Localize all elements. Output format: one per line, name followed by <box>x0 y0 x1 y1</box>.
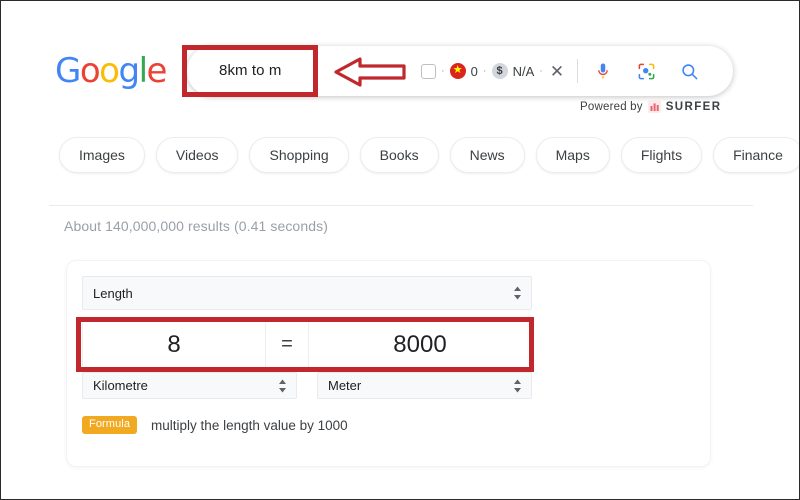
search-volume-value: 0 <box>470 63 478 79</box>
separator-dot-3: · <box>539 64 543 77</box>
tab-label: Flights <box>640 147 683 163</box>
vertical-divider <box>577 59 579 83</box>
empty-checkbox-icon[interactable] <box>421 63 436 79</box>
tab-shopping[interactable]: Shopping <box>249 137 349 173</box>
close-x-icon[interactable]: ✕ <box>550 63 564 80</box>
powered-by-surfer: Powered by SURFER <box>580 100 721 113</box>
category-select-value: Length <box>93 285 133 301</box>
logo-letter-G: G <box>55 51 81 91</box>
to-value-input[interactable]: 8000 <box>307 321 532 368</box>
updown-spinner-icon <box>278 378 287 393</box>
logo-letter-o1: o <box>79 51 101 91</box>
separator-dot-1: · <box>441 64 445 77</box>
tab-label: Finance <box>733 147 783 163</box>
surfer-extension-widget: · 0 · $ N/A · ✕ <box>421 58 701 84</box>
logo-letter-g: g <box>118 51 140 91</box>
unit-converter-card: Length 8 = 8000 Kilometre Meter Formula … <box>66 260 711 467</box>
separator-dot-2: · <box>482 64 487 77</box>
logo-letter-l: l <box>138 51 148 91</box>
tab-label: Images <box>79 147 125 163</box>
cpc-value: N/A <box>512 63 535 79</box>
from-unit-select[interactable]: Kilometre <box>82 372 297 399</box>
powered-by-label: Powered by <box>580 100 643 113</box>
surfer-bars-icon <box>647 100 661 113</box>
tab-videos[interactable]: Videos <box>155 137 239 173</box>
tab-maps[interactable]: Maps <box>535 137 610 173</box>
updown-spinner-icon <box>513 378 522 393</box>
google-logo[interactable]: Google <box>55 51 168 91</box>
tab-label: Shopping <box>269 147 329 163</box>
tab-images[interactable]: Images <box>59 137 145 173</box>
search-input[interactable]: 8km to m <box>219 62 281 79</box>
tab-flights[interactable]: Flights <box>620 137 703 173</box>
tab-label: Videos <box>175 147 219 163</box>
search-bar[interactable]: 8km to m · 0 · $ N/A · ✕ <box>187 46 733 96</box>
logo-letter-o2: o <box>99 51 120 91</box>
formula-text: multiply the length value by 1000 <box>151 417 348 433</box>
category-select[interactable]: Length <box>82 276 532 310</box>
vietnam-flag-icon[interactable] <box>449 61 466 79</box>
from-unit-value: Kilometre <box>93 378 148 393</box>
search-icon[interactable] <box>677 59 701 83</box>
to-unit-value: Meter <box>328 378 362 393</box>
red-left-arrow-annotation <box>332 55 408 89</box>
updown-spinner-icon <box>513 286 522 301</box>
formula-badge: Formula <box>82 416 138 434</box>
surfer-brand-name: SURFER <box>665 100 722 113</box>
tab-finance[interactable]: Finance <box>713 137 799 173</box>
google-lens-icon[interactable] <box>634 59 658 83</box>
page-header: Google 8km to m · 0 · $ N/A · ✕ <box>1 1 799 121</box>
to-unit-select[interactable]: Meter <box>317 372 532 399</box>
logo-letter-e: e <box>146 51 168 91</box>
tab-news[interactable]: News <box>449 137 525 173</box>
header-divider <box>49 205 753 206</box>
tab-label: News <box>469 147 505 163</box>
tab-books[interactable]: Books <box>359 137 439 173</box>
screenshot-frame: Google 8km to m · 0 · $ N/A · ✕ <box>0 0 800 500</box>
conversion-value-row: 8 = 8000 <box>82 321 532 368</box>
microphone-icon[interactable] <box>591 59 615 83</box>
tab-label: Books <box>379 147 419 163</box>
tab-label: Maps <box>555 147 590 163</box>
equals-sign: = <box>265 321 308 368</box>
search-filter-tabs: Images Videos Shopping Books News Maps F… <box>59 137 799 173</box>
from-value-input[interactable]: 8 <box>82 321 266 368</box>
result-stats: About 140,000,000 results (0.41 seconds) <box>64 218 328 234</box>
formula-row: Formula multiply the length value by 100… <box>82 416 348 434</box>
dollar-circle-icon[interactable]: $ <box>491 63 508 79</box>
